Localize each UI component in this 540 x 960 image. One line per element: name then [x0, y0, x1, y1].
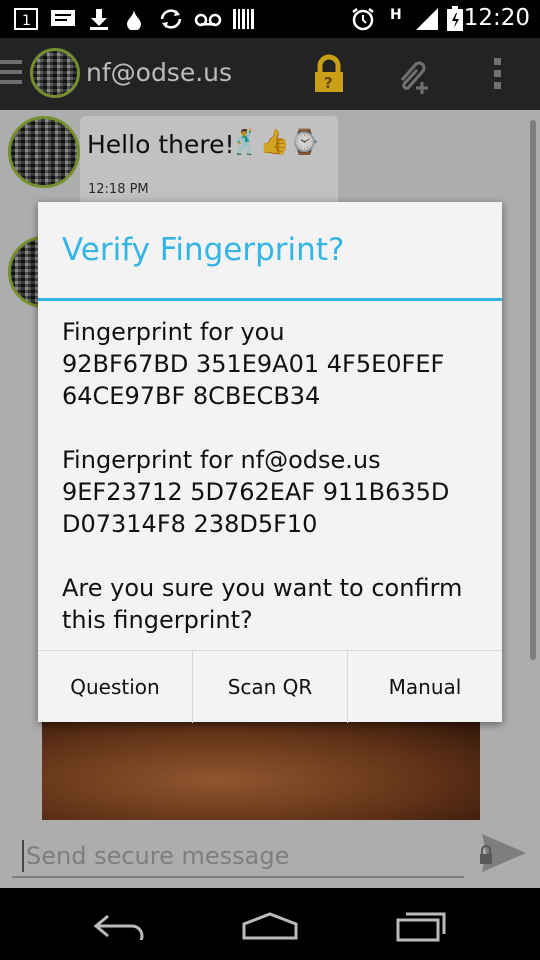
battery-icon	[446, 6, 464, 31]
voicemail-icon	[194, 8, 222, 30]
download-icon	[88, 8, 110, 30]
dialog-title: Verify Fingerprint?	[62, 232, 345, 268]
peer-fingerprint-line-2: D07314F8 238D5F10	[62, 510, 318, 538]
back-icon[interactable]	[92, 912, 148, 948]
message-icon	[50, 8, 76, 30]
verify-fingerprint-dialog: Verify Fingerprint? Fingerprint for you …	[38, 202, 502, 723]
sim-1-icon: 1	[14, 8, 38, 30]
confirm-question-line-1: Are you sure you want to confirm	[62, 574, 463, 602]
peer-fingerprint-line-1: 9EF23712 5D762EAF 911B635D	[62, 478, 450, 506]
own-fingerprint-line-2: 64CE97BF 8CBECB34	[62, 382, 321, 410]
signal-icon	[414, 8, 440, 30]
question-button[interactable]: Question	[38, 651, 193, 723]
scan-qr-button[interactable]: Scan QR	[193, 651, 348, 723]
own-fingerprint-label: Fingerprint for you	[62, 318, 285, 346]
peer-fingerprint-label: Fingerprint for nf@odse.us	[62, 446, 381, 474]
dialog-title-divider	[38, 298, 502, 301]
home-icon[interactable]	[240, 910, 300, 946]
navigation-bar	[0, 888, 540, 960]
alarm-icon	[350, 8, 376, 31]
clock: 12:20	[463, 5, 530, 31]
network-type-label: H	[390, 7, 402, 23]
svg-text:1: 1	[22, 13, 31, 29]
own-fingerprint-line-1: 92BF67BD 351E9A01 4F5E0FEF	[62, 350, 445, 378]
manual-button[interactable]: Manual	[348, 651, 502, 723]
barcode-icon	[232, 8, 254, 30]
recent-apps-icon[interactable]	[394, 908, 448, 946]
sync-icon	[158, 8, 184, 30]
dialog-message: Fingerprint for you 92BF67BD 351E9A01 4F…	[62, 316, 492, 636]
dialog-button-bar: Question Scan QR Manual	[38, 650, 502, 723]
confirm-question-line-2: this fingerprint?	[62, 606, 253, 634]
status-bar: 1 H 12:20	[0, 0, 540, 38]
drop-icon	[124, 8, 144, 30]
